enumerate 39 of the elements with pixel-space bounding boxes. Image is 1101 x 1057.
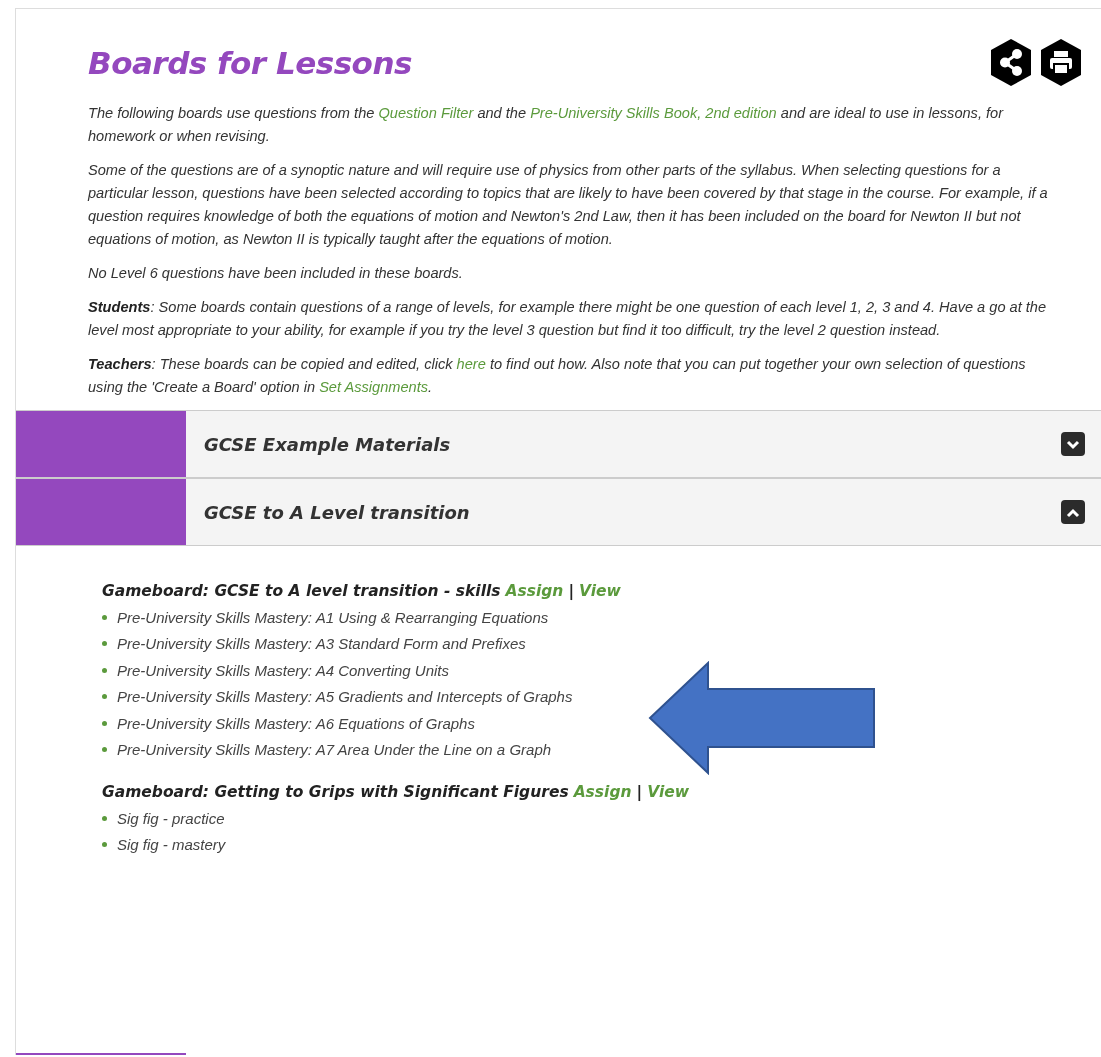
list-item: Sig fig - practice bbox=[117, 809, 225, 827]
accordion-header[interactable]: GCSE Example Materials bbox=[16, 411, 1101, 478]
text-link[interactable]: Question Filter bbox=[378, 105, 474, 121]
bullet-icon bbox=[102, 747, 107, 753]
share-icon[interactable] bbox=[989, 39, 1033, 86]
gameboard-title: Gameboard: Getting to Grips with Significant Figures bbox=[102, 783, 569, 801]
text-link[interactable]: Pre-University Skills Book, 2nd edition bbox=[530, 105, 777, 121]
separator: | bbox=[568, 582, 575, 600]
text-link[interactable]: here bbox=[456, 356, 486, 372]
list-item: Pre-University Skills Mastery: A3 Standard Form and Prefixes bbox=[117, 635, 526, 653]
print-icon[interactable] bbox=[1039, 39, 1083, 86]
paragraph: Teachers: These boards can be copied and edited, click here to find out how. Also note that you can put together your own selection of questions using the 'Create a Board' option in Set Assignments. bbox=[88, 355, 1027, 397]
bullet-icon bbox=[102, 641, 107, 647]
bullet-icon bbox=[102, 667, 107, 673]
bullet-icon bbox=[102, 815, 107, 821]
paragraph: Students: Some boards contain questions of a range of levels, for example there might be one question of each level 1, 2, 3 and 4. Have a go at the level most appropriate to your ability, for example if you try the level 3 question but find it too difficult, try the level 2 question instead. bbox=[88, 298, 1048, 340]
list-item: Pre-University Skills Mastery: A1 Using & Rearranging Equations bbox=[117, 608, 549, 626]
bullet-icon bbox=[102, 842, 107, 848]
page-title: Boards for Lessons bbox=[88, 44, 412, 81]
view-link[interactable]: View bbox=[647, 783, 690, 801]
list-item: Pre-University Skills Mastery: A6 Equations of Graphs bbox=[117, 714, 475, 732]
paragraph: The following boards use questions from the Question Filter and the Pre-University Skills Book, 2nd edition and are ideal to use in lessons, for homework or when revising. bbox=[88, 104, 1005, 146]
gameboard-title: Gameboard: GCSE to A level transition - skills bbox=[102, 582, 501, 600]
chevron-up-icon[interactable] bbox=[1061, 500, 1085, 524]
list-item: Pre-University Skills Mastery: A4 Converting Units bbox=[117, 661, 450, 679]
assign-link[interactable]: Assign bbox=[505, 582, 564, 600]
assign-link[interactable]: Assign bbox=[573, 783, 632, 801]
bullet-icon bbox=[102, 694, 107, 700]
bullet-icon bbox=[102, 720, 107, 726]
accordion-header[interactable]: GCSE to A Level transition bbox=[16, 479, 1101, 546]
bullet-icon bbox=[102, 614, 107, 620]
list-item: Sig fig - mastery bbox=[117, 836, 226, 854]
paragraph: No Level 6 questions have been included in these boards. bbox=[88, 264, 464, 283]
view-link[interactable]: View bbox=[579, 582, 621, 600]
list-item: Pre-University Skills Mastery: A5 Gradients and Intercepts of Graphs bbox=[117, 688, 573, 706]
chevron-down-icon[interactable] bbox=[1061, 432, 1085, 456]
paragraph: Some of the questions are of a synoptic nature and will require use of physics from other parts of the syllabus. When selecting questions for a particular lesson, questions have been selected according to topics that are likely to have been covered by that stage in the course. For example, if a question requires knowledge of both the equations of motion and Newton's 2nd Law, then it has been included on the board for Newton II but not equations of motion, as Newton II is typically taught after the equations of motion. bbox=[88, 161, 1049, 249]
list-item: Pre-University Skills Mastery: A7 Area Under the Line on a Graph bbox=[117, 741, 552, 759]
separator: | bbox=[636, 783, 643, 801]
